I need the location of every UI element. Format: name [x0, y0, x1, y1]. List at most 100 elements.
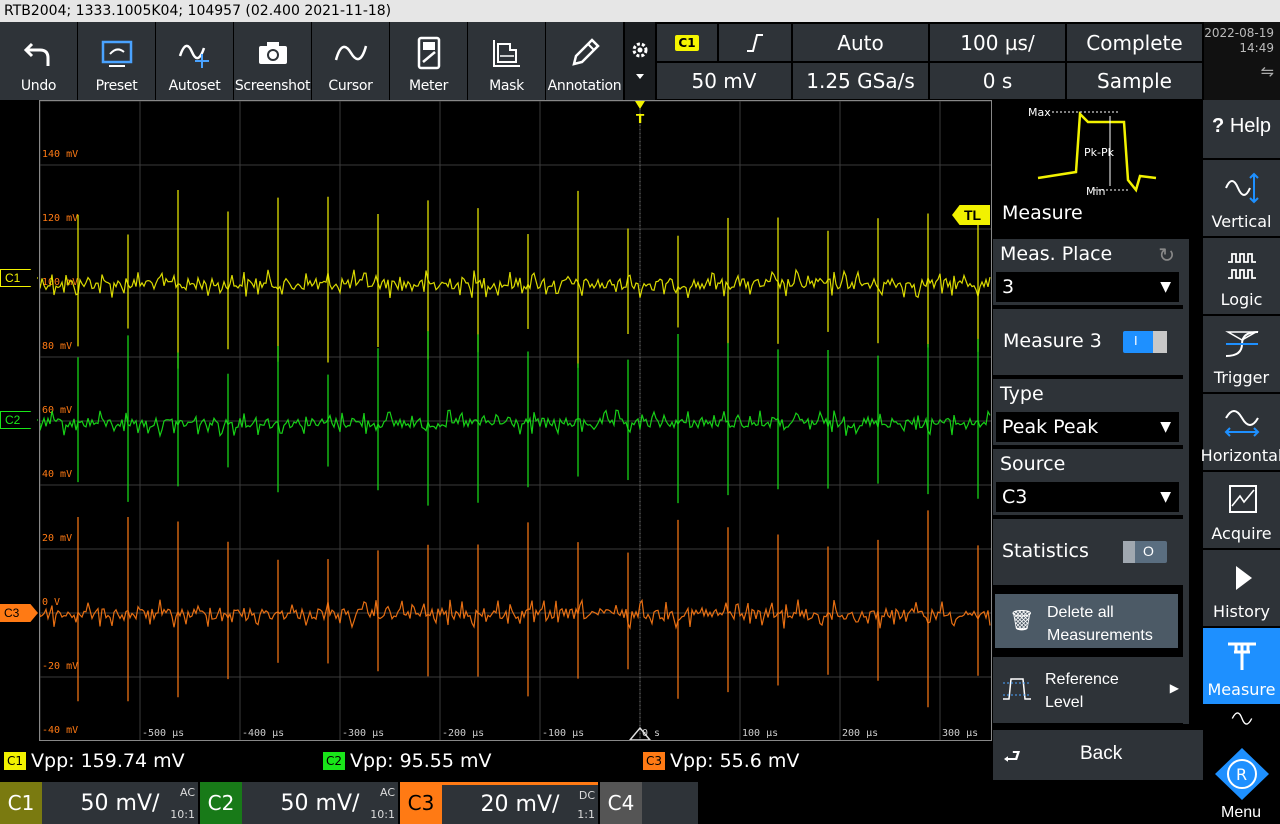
- diagram-max-label: Max: [1028, 106, 1051, 119]
- meter-icon: [417, 36, 440, 70]
- meter-label: Meter: [408, 78, 449, 94]
- statistics-row[interactable]: Statistics O: [993, 519, 1183, 585]
- meas-place-row[interactable]: Meas. Place ↻ 3 ▼: [993, 239, 1183, 305]
- horizontal-label: Horizontal: [1200, 446, 1280, 465]
- vertical-button[interactable]: Vertical: [1203, 160, 1280, 236]
- time-offset[interactable]: 0 s: [930, 63, 1065, 99]
- c2-vpp-result[interactable]: C2 Vpp: 95.55 mV: [323, 750, 492, 772]
- autoset-button[interactable]: Autoset: [156, 22, 234, 100]
- delete-all-line2: Measurements: [1047, 627, 1153, 644]
- c2-scale-box[interactable]: 50 mV/AC 10:1: [242, 782, 398, 824]
- trigger-level-marker[interactable]: TL: [952, 205, 990, 225]
- c3-offset-marker[interactable]: C3: [0, 604, 38, 622]
- type-row[interactable]: Type Peak Peak ▼: [993, 379, 1183, 445]
- y-tick-label: -20 mV: [42, 661, 78, 672]
- play-icon: [1235, 566, 1252, 590]
- channel-c2-button[interactable]: C2 50 mV/AC 10:1: [200, 782, 398, 824]
- c1-vpp-result[interactable]: C1 Vpp: 159.74 mV: [4, 750, 185, 772]
- usb-icon: ⇋: [1260, 62, 1274, 81]
- x-tick-label: -200 µs: [442, 728, 484, 739]
- vertical-scale[interactable]: 50 mV: [657, 63, 791, 99]
- chevron-down-icon: ▼: [1160, 279, 1171, 295]
- help-button[interactable]: ? Help: [1203, 100, 1280, 158]
- history-button[interactable]: History: [1203, 550, 1280, 626]
- trigger-source-cell[interactable]: C1: [657, 24, 717, 61]
- gear-icon: [632, 42, 648, 58]
- waveform-display[interactable]: 140 mV 120 mV 100 mV 80 mV 60 mV 40 mV 20 mV 0 …: [39, 100, 992, 741]
- settings-gear-button[interactable]: [625, 22, 655, 100]
- preset-button[interactable]: Preset: [78, 22, 156, 100]
- c4-scale-box[interactable]: [642, 782, 698, 824]
- cursor-button[interactable]: Cursor: [312, 22, 390, 100]
- trigger-icon: [1224, 331, 1259, 357]
- c2-name: C2: [200, 782, 242, 824]
- c3-scale: 20 mV/: [480, 792, 560, 817]
- meter-button[interactable]: Meter: [390, 22, 468, 100]
- measure-toggle-row[interactable]: Measure 3 I: [993, 309, 1183, 375]
- logic-button[interactable]: Logic: [1203, 238, 1280, 314]
- toggle-knob: [1123, 541, 1135, 563]
- back-button[interactable]: ⮐ Back: [993, 730, 1203, 780]
- vertical-icon: [1224, 172, 1259, 204]
- c1-scale-box[interactable]: 50 mV/AC 10:1: [42, 782, 198, 824]
- x-tick-label: -100 µs: [542, 728, 584, 739]
- meas-place-label: Meas. Place: [1000, 243, 1113, 265]
- trigger-button[interactable]: Trigger: [1203, 316, 1280, 392]
- sample-rate[interactable]: 1.25 GSa/s: [793, 63, 928, 99]
- main-menu-button[interactable]: R Menu: [1203, 744, 1280, 824]
- chevron-down-icon: ▼: [1160, 489, 1171, 505]
- pencil-icon: [571, 38, 600, 66]
- measure-panel: Max Pk-Pk Min Measure Meas. Place ↻ 3 ▼ M…: [993, 100, 1203, 782]
- timebase[interactable]: 100 µs/: [930, 24, 1065, 61]
- trigger-mode[interactable]: Auto: [793, 24, 928, 61]
- acquisition-state[interactable]: Complete: [1067, 24, 1202, 61]
- horizontal-button[interactable]: Horizontal: [1200, 394, 1280, 470]
- type-select[interactable]: Peak Peak ▼: [996, 412, 1179, 442]
- source-label: Source: [1000, 453, 1066, 475]
- waveform-shortcut[interactable]: [1203, 706, 1280, 742]
- statistics-toggle-switch[interactable]: O: [1123, 541, 1167, 563]
- c1-offset-marker[interactable]: C1: [0, 269, 38, 287]
- toggle-off-glyph: O: [1143, 543, 1154, 559]
- source-row[interactable]: Source C3 ▼: [993, 449, 1183, 515]
- logic-label: Logic: [1220, 290, 1263, 309]
- reference-level-button[interactable]: Reference Level ▶: [993, 657, 1183, 723]
- vertical-label: Vertical: [1211, 212, 1272, 231]
- trigger-label: Trigger: [1213, 368, 1270, 387]
- acquisition-mode[interactable]: Sample: [1067, 63, 1202, 99]
- measure-icon: [1227, 642, 1256, 670]
- chevron-right-icon: ▶: [1169, 681, 1179, 695]
- back-label: Back: [1080, 743, 1123, 764]
- c1-name: C1: [0, 782, 42, 824]
- x-tick-label: 100 µs: [742, 728, 778, 739]
- mask-button[interactable]: Mask: [468, 22, 546, 100]
- channel-c3-button[interactable]: C3 20 mV/DC 1:1: [400, 782, 598, 824]
- c3-scale-box[interactable]: 20 mV/DC 1:1: [442, 782, 598, 824]
- c2-tag: C2: [323, 752, 346, 770]
- panel-scrollbar[interactable]: [1183, 239, 1189, 724]
- channel-c4-button[interactable]: C4: [600, 782, 698, 824]
- c3-vpp-result[interactable]: C3 Vpp: 55.6 mV: [643, 750, 799, 772]
- trigger-slope-cell[interactable]: [719, 24, 791, 61]
- c2-probe: 10:1: [370, 808, 395, 821]
- delete-all-measurements-button[interactable]: 🗑 Delete all Measurements: [995, 594, 1178, 648]
- x-tick-label: -500 µs: [142, 728, 184, 739]
- screenshot-button[interactable]: Screenshot: [234, 22, 312, 100]
- measure-button[interactable]: Measure: [1203, 628, 1280, 704]
- side-menu: ? Help Vertical Logic Trigger Horizontal…: [1200, 100, 1280, 824]
- back-arrow-icon: ⮐: [1003, 746, 1021, 768]
- c1-scale: 50 mV/: [80, 790, 160, 816]
- source-select[interactable]: C3 ▼: [996, 482, 1179, 512]
- meas-place-select[interactable]: 3 ▼: [996, 272, 1179, 302]
- channel-c1-button[interactable]: C1 50 mV/AC 10:1: [0, 782, 198, 824]
- undo-button[interactable]: Undo: [0, 22, 78, 100]
- trigger-position-marker: [635, 101, 645, 109]
- acquire-button[interactable]: Acquire: [1203, 472, 1280, 548]
- annotation-button[interactable]: Annotation: [546, 22, 624, 100]
- source-value: C3: [1002, 486, 1028, 508]
- c1-waveform: [40, 268, 991, 299]
- c2-offset-marker[interactable]: C2: [0, 411, 38, 429]
- toggle-on-glyph: I: [1134, 333, 1138, 348]
- waveform-svg: 140 mV120 mV100 mV80 mV60 mV40 mV20 mV0 …: [40, 101, 991, 740]
- measure-toggle-switch[interactable]: I: [1123, 331, 1167, 353]
